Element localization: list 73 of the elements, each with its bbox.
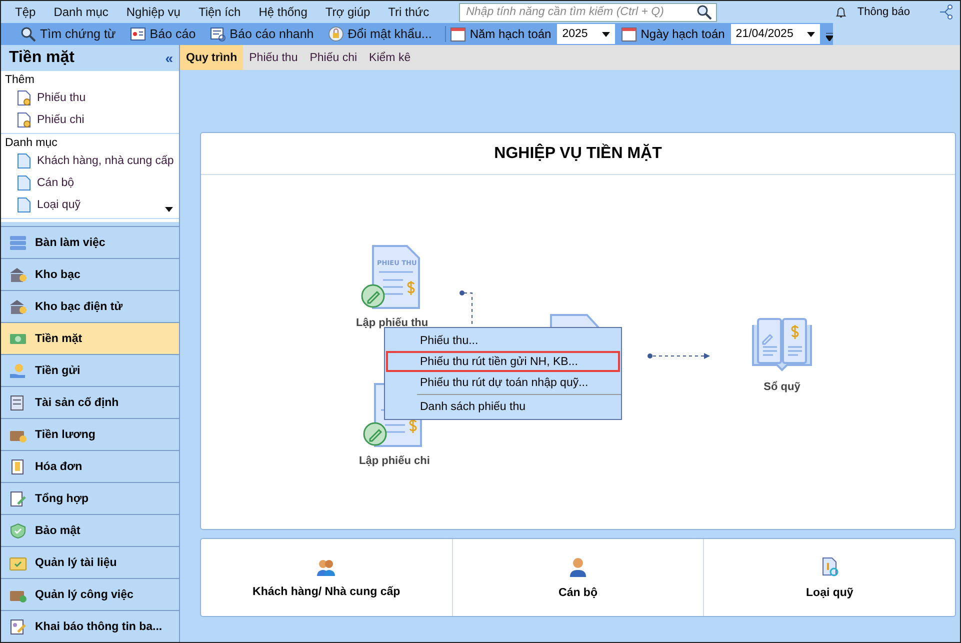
search-field[interactable]: Nhập tính năng cần tìm kiếm (Ctrl + Q) [459, 2, 718, 22]
document-icon [17, 174, 31, 191]
shortcut-tile[interactable]: Cán bộ [452, 539, 704, 616]
bank-icon [9, 298, 27, 315]
menu-option[interactable]: Phiếu thu rút tiền gửi NH, KB... [386, 351, 620, 372]
menu-option[interactable]: Danh sách phiếu thu [386, 396, 620, 417]
report-icon [210, 26, 226, 42]
folder-icon [9, 554, 27, 571]
bell-icon [835, 5, 848, 19]
calendar-icon [620, 26, 637, 42]
tab[interactable]: Phiếu thu [243, 45, 304, 70]
hand-coin-icon [9, 362, 27, 379]
people-icon [316, 558, 336, 576]
menu-item[interactable]: Tiện ích [198, 5, 241, 19]
share-icon [938, 4, 954, 20]
dropdown-arrow-icon [807, 32, 815, 36]
document-icon[interactable] [550, 314, 602, 328]
menu-item[interactable]: Hệ thống [258, 5, 308, 19]
tab[interactable]: Kiểm kê [363, 45, 417, 70]
date-dropdown[interactable]: 21/04/2025 [730, 24, 820, 44]
edit-document-icon [9, 490, 27, 507]
search-icon [696, 4, 712, 20]
person-icon [568, 556, 588, 576]
new-document-icon [17, 112, 31, 128]
dropdown-arrow-icon [602, 32, 610, 36]
menu-option[interactable]: Phiếu thu... [386, 330, 620, 351]
date-label: Ngày hạch toán [640, 27, 725, 41]
toolbar-button[interactable]: Tìm chứng từ [15, 26, 121, 42]
menu-option[interactable]: Phiếu thu rút dự toán nhập quỹ... [386, 372, 620, 393]
tab[interactable]: Phiếu chi [304, 45, 364, 70]
section-title: Danh mục [4, 136, 58, 150]
toolbar-button[interactable]: Báo cáo [124, 26, 201, 42]
shortcut-tile[interactable]: Khách hàng/ Nhà cung cấp [201, 539, 452, 616]
calendar-icon [450, 26, 466, 42]
money-document-icon [820, 556, 840, 576]
year-dropdown[interactable]: 2025 [557, 24, 615, 44]
step-label: Sổ quỹ [764, 381, 800, 393]
year-label: Năm hạch toán [470, 27, 552, 41]
menu-item[interactable]: Danh mục [54, 5, 108, 19]
document-icon [17, 196, 31, 213]
bank-icon [9, 266, 27, 283]
collapse-button[interactable]: « [165, 50, 173, 66]
sidebar-link[interactable]: Loại quỹ [37, 198, 80, 211]
step-label: Lập phiếu thu [356, 317, 428, 329]
lock-icon [328, 26, 344, 42]
shield-icon [9, 522, 27, 539]
toolbar-button[interactable]: Đổi mật khẩu... [322, 26, 437, 42]
menu-item[interactable]: Tri thức [388, 5, 430, 19]
step-label: Lập phiếu chi [359, 455, 430, 467]
document-icon [17, 152, 31, 169]
report-icon [130, 26, 146, 42]
list-icon [9, 234, 27, 251]
toolbar-button[interactable]: Báo cáo nhanh [204, 26, 319, 42]
menu-item[interactable]: Nghiệp vụ [126, 5, 180, 19]
scroll-down-icon[interactable] [165, 207, 173, 212]
search-icon [20, 26, 36, 42]
sidebar-link[interactable]: Phiếu thu [37, 92, 86, 104]
connector-arrow [647, 352, 711, 360]
card-title: NGHIỆP VỤ TIỀN MẶT [201, 133, 955, 175]
menu-item[interactable]: Tệp [15, 5, 36, 19]
notification-link[interactable]: Thông báo [857, 6, 910, 18]
sidebar-link[interactable]: Khách hàng, nhà cung cấp [37, 154, 174, 167]
menu-item[interactable]: Trợ giúp [325, 5, 370, 19]
sidebar-link[interactable]: Phiếu chi [37, 114, 84, 126]
tab[interactable]: Quy trình [180, 45, 244, 70]
shortcut-tile[interactable]: Loại quỹ [703, 539, 956, 616]
form-icon [9, 618, 27, 635]
sidebar-link[interactable]: Cán bộ [37, 176, 74, 189]
sidebar-title: Tiền mặt [9, 48, 74, 67]
section-title: Thêm [4, 72, 36, 87]
nav-item[interactable]: Tiền mặt [1, 322, 179, 354]
overflow-icon [826, 33, 833, 41]
new-document-icon [17, 90, 31, 106]
